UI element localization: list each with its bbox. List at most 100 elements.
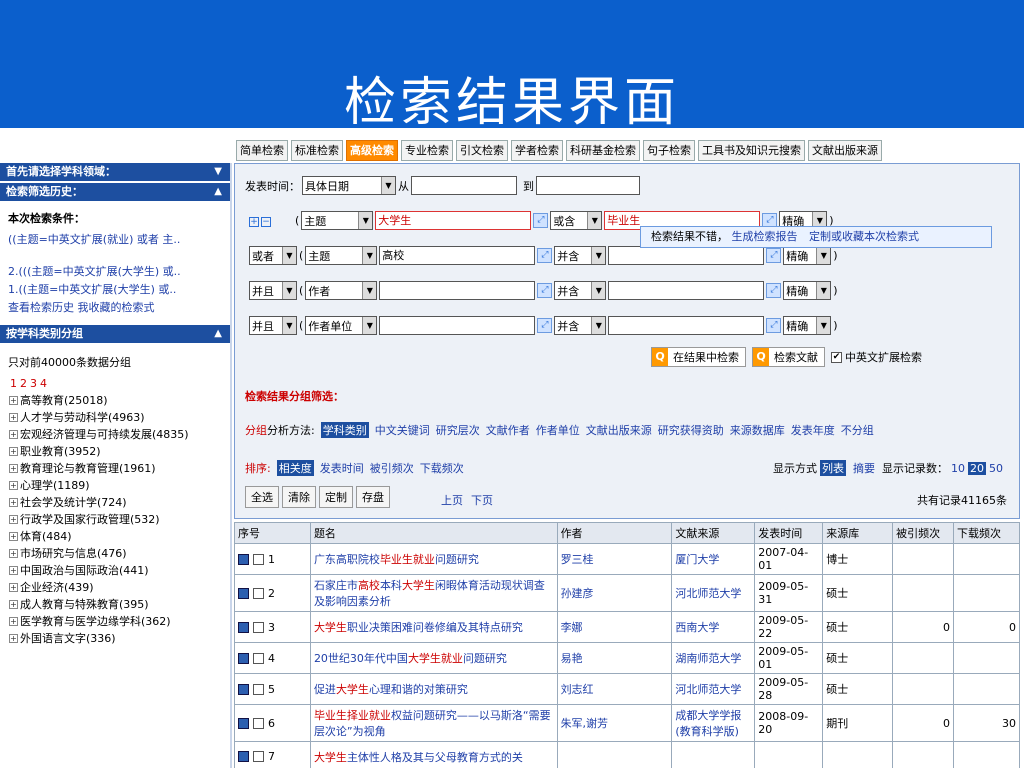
- term1-input[interactable]: 高校: [379, 246, 536, 265]
- record-count-option[interactable]: 20: [968, 461, 986, 475]
- action-button-3[interactable]: 存盘: [356, 486, 390, 508]
- chevron-down-icon[interactable]: ▼: [381, 177, 395, 194]
- row-checkbox[interactable]: [253, 717, 264, 729]
- action-button-2[interactable]: 定制: [319, 486, 353, 508]
- sort-option[interactable]: 被引频次: [370, 460, 414, 476]
- group-option[interactable]: 不分组: [841, 422, 874, 438]
- chevron-down-icon[interactable]: ▼: [816, 317, 831, 334]
- title-cell[interactable]: 广东高职院校毕业生就业问题研究: [309, 543, 558, 575]
- search-in-results-button[interactable]: Q 在结果中检索: [651, 347, 746, 367]
- ext-checkbox[interactable]: ✔: [831, 351, 842, 363]
- expand-plus-icon[interactable]: +: [9, 413, 18, 422]
- chevron-down-icon[interactable]: ▼: [591, 247, 606, 264]
- page-link-4[interactable]: 4: [40, 377, 47, 390]
- chevron-down-icon[interactable]: ▼: [362, 282, 377, 299]
- source-cell[interactable]: [671, 741, 756, 768]
- source-cell[interactable]: 湖南师范大学: [671, 642, 756, 674]
- logic-select[interactable]: 或者 ▼: [249, 246, 297, 265]
- title-cell[interactable]: 石家庄市高校本科大学生闲暇体育活动现状调查及影响因素分析: [309, 574, 558, 612]
- expand-plus-icon[interactable]: +: [9, 532, 18, 541]
- match-select[interactable]: 精确 ▼: [783, 246, 832, 265]
- expand-plus-icon[interactable]: +: [9, 396, 18, 405]
- category-item[interactable]: + 成人教育与特殊教育(395): [0, 596, 230, 613]
- term1-input[interactable]: [379, 281, 536, 300]
- history-item-1[interactable]: 1.((主题=中英文扩展(大学生) 或..: [0, 281, 230, 299]
- document-icon[interactable]: [238, 652, 249, 664]
- author-cell[interactable]: 易艳: [556, 642, 673, 674]
- row-checkbox[interactable]: [253, 553, 264, 565]
- author-cell[interactable]: 刘志红: [556, 673, 673, 705]
- expand-term-icon[interactable]: ⤢: [766, 318, 782, 333]
- group-by-subject-header[interactable]: 按学科类别分组 ▲: [0, 325, 230, 343]
- history-links[interactable]: 查看检索历史 我收藏的检索式: [0, 299, 230, 317]
- term2-input[interactable]: [608, 281, 765, 300]
- group-option[interactable]: 文献作者: [486, 422, 530, 438]
- chevron-down-icon[interactable]: ▼: [282, 282, 296, 299]
- row-checkbox[interactable]: [253, 587, 264, 599]
- tab-9[interactable]: 文献出版来源: [808, 140, 882, 161]
- chevron-down-icon[interactable]: ▼: [362, 247, 377, 264]
- chevron-down-icon[interactable]: ▼: [282, 317, 296, 334]
- title-cell[interactable]: 毕业生择业就业权益问题研究——以马斯洛“需要层次论”为视角: [309, 704, 558, 742]
- row-checkbox[interactable]: [253, 683, 264, 695]
- document-icon[interactable]: [238, 683, 249, 695]
- source-cell[interactable]: 厦门大学: [671, 543, 756, 575]
- tab-5[interactable]: 学者检索: [511, 140, 563, 161]
- match-select[interactable]: 精确 ▼: [783, 281, 832, 300]
- title-cell[interactable]: 促进大学生心理和谐的对策研究: [309, 673, 558, 705]
- author-cell[interactable]: 李娜: [556, 611, 673, 643]
- chevron-down-icon[interactable]: ▼: [358, 212, 373, 229]
- display-other[interactable]: 摘要: [853, 460, 875, 476]
- combine-select[interactable]: 并含 ▼: [554, 316, 607, 335]
- expand-plus-icon[interactable]: +: [9, 481, 18, 490]
- group-option[interactable]: 文献出版来源: [586, 422, 652, 438]
- tab-7[interactable]: 句子检索: [643, 140, 695, 161]
- field-select[interactable]: 主题 ▼: [301, 211, 374, 230]
- date-from-input[interactable]: [411, 176, 517, 195]
- tab-6[interactable]: 科研基金检索: [566, 140, 640, 161]
- tab-8[interactable]: 工具书及知识元搜索: [698, 140, 805, 161]
- combine-select[interactable]: 并含 ▼: [554, 246, 607, 265]
- action-button-0[interactable]: 全选: [245, 486, 279, 508]
- document-icon[interactable]: [238, 717, 249, 729]
- term2-input[interactable]: [608, 246, 765, 265]
- author-cell[interactable]: 孙建彦: [556, 574, 673, 612]
- expand-plus-icon[interactable]: +: [9, 634, 18, 643]
- match-select[interactable]: 精确 ▼: [783, 316, 832, 335]
- category-item[interactable]: + 企业经济(439): [0, 579, 230, 596]
- record-count-option[interactable]: 10: [951, 462, 965, 475]
- date-to-input[interactable]: [536, 176, 640, 195]
- action-button-1[interactable]: 清除: [282, 486, 316, 508]
- expand-term-icon[interactable]: ⤢: [537, 283, 553, 298]
- tab-0[interactable]: 简单检索: [236, 140, 288, 161]
- category-item[interactable]: + 教育理论与教育管理(1961): [0, 460, 230, 477]
- category-item[interactable]: + 行政学及国家行政管理(532): [0, 511, 230, 528]
- expand-plus-icon[interactable]: +: [9, 430, 18, 439]
- field-select-header[interactable]: 首先请选择学科领域： ▼: [0, 163, 230, 181]
- category-item[interactable]: + 中国政治与国际政治(441): [0, 562, 230, 579]
- chevron-down-icon[interactable]: ▼: [362, 317, 377, 334]
- document-icon[interactable]: [238, 553, 249, 565]
- sort-option[interactable]: 发表时间: [320, 460, 364, 476]
- title-cell[interactable]: 大学生职业决策困难问卷修编及其特点研究: [309, 611, 558, 643]
- history-header[interactable]: 检索筛选历史： ▲: [0, 183, 230, 201]
- row-checkbox[interactable]: [253, 621, 264, 633]
- source-cell[interactable]: 成都大学学报(教育科学版): [671, 704, 756, 742]
- group-option[interactable]: 研究获得资助: [658, 422, 724, 438]
- term1-input[interactable]: 大学生: [375, 211, 532, 230]
- category-item[interactable]: + 职业教育(3952): [0, 443, 230, 460]
- chevron-down-icon[interactable]: ▼: [214, 163, 222, 181]
- document-icon[interactable]: [238, 587, 249, 599]
- prev-page-link[interactable]: 上页: [441, 492, 463, 508]
- field-select[interactable]: 主题 ▼: [305, 246, 378, 265]
- expand-term-icon[interactable]: ⤢: [533, 213, 549, 228]
- category-item[interactable]: + 体育(484): [0, 528, 230, 545]
- tab-3[interactable]: 专业检索: [401, 140, 453, 161]
- expand-plus-icon[interactable]: +: [9, 566, 18, 575]
- category-item[interactable]: + 外国语言文字(336): [0, 630, 230, 647]
- source-cell[interactable]: 河北师范大学: [671, 574, 756, 612]
- group-option-active[interactable]: 学科类别: [320, 422, 369, 438]
- row-checkbox[interactable]: [253, 652, 264, 664]
- expand-plus-icon[interactable]: +: [9, 617, 18, 626]
- title-cell[interactable]: 大学生主体性人格及其与父母教育方式的关: [309, 741, 558, 768]
